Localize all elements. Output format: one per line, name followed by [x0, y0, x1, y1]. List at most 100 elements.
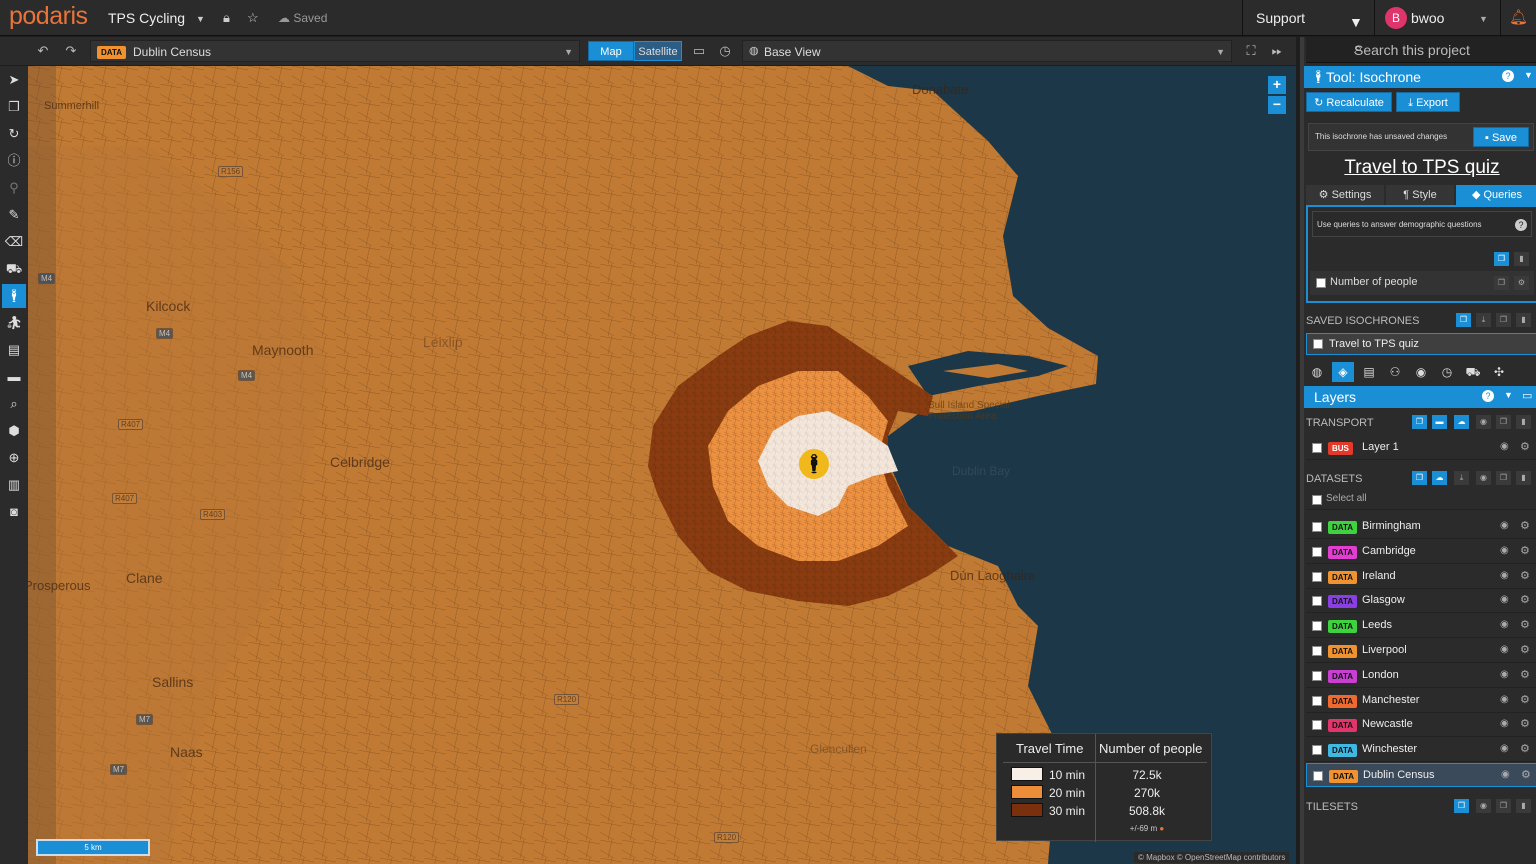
notification-bell-icon[interactable]: 🔔︎: [1500, 0, 1536, 36]
copy-icon[interactable]: ❐: [1496, 471, 1511, 485]
eye-icon[interactable]: ◉: [1500, 718, 1509, 729]
tab-style[interactable]: ¶ Style: [1386, 185, 1454, 205]
download-icon[interactable]: ⤓: [1454, 471, 1469, 485]
recalculate-button[interactable]: ↻ Recalculate: [1306, 92, 1392, 112]
eye-icon[interactable]: ◉: [1500, 520, 1509, 531]
camera-icon[interactable]: ◙: [2, 500, 26, 524]
podaris-logo[interactable]: podaris: [9, 2, 88, 31]
eye-icon[interactable]: ◉: [1500, 594, 1509, 605]
refresh-icon[interactable]: ↻: [2, 122, 26, 146]
cloud-upload-icon[interactable]: ☁: [1432, 471, 1447, 485]
monitor-icon[interactable]: ▭: [688, 41, 710, 61]
gear-icon[interactable]: ⚙: [1520, 717, 1530, 730]
users-icon[interactable]: ⚇: [1384, 362, 1406, 382]
trash-icon[interactable]: ▮: [1516, 471, 1531, 485]
gear-icon[interactable]: ⚙: [1514, 276, 1529, 290]
clock-icon[interactable]: ◷: [714, 41, 736, 61]
project-search[interactable]: Search this project ⌕: [1306, 37, 1536, 63]
eye-icon[interactable]: ◉: [1500, 619, 1509, 630]
dataset-row[interactable]: DATA Cambridge ◉ ⚙: [1306, 539, 1536, 564]
gear-icon[interactable]: ⚙: [1520, 569, 1530, 582]
save-button[interactable]: ▪ Save: [1473, 127, 1529, 147]
dataset-row[interactable]: DATA Glasgow ◉ ⚙: [1306, 589, 1536, 614]
info-icon[interactable]: ⓘ: [2, 149, 26, 173]
help-icon[interactable]: ●: [1159, 824, 1164, 833]
project-name[interactable]: TPS Cycling: [108, 10, 185, 26]
eye-icon[interactable]: ◉: [1501, 769, 1510, 780]
puzzle-icon[interactable]: ✣: [1488, 362, 1510, 382]
dataset-row[interactable]: DATA Liverpool ◉ ⚙: [1306, 639, 1536, 663]
transport-layer-row[interactable]: BUS Layer 1 ◉ ⚙: [1306, 436, 1536, 460]
dataset-row[interactable]: DATA Winchester ◉ ⚙: [1306, 738, 1536, 763]
copy-icon[interactable]: ❐: [1496, 415, 1511, 429]
dataset-checkbox[interactable]: [1312, 745, 1322, 756]
eye-icon[interactable]: ◉: [1500, 644, 1509, 655]
trash-icon[interactable]: ▮: [1516, 415, 1531, 429]
add-tileset-icon[interactable]: ❐: [1454, 799, 1469, 813]
dataset-row[interactable]: DATA Newcastle ◉ ⚙: [1306, 713, 1536, 738]
map-pin-icon[interactable]: ⚲: [2, 176, 26, 200]
pencil-icon[interactable]: ✎: [2, 203, 26, 227]
help-icon[interactable]: ?: [1482, 390, 1494, 402]
star-icon[interactable]: ☆: [247, 10, 259, 26]
select-all-checkbox[interactable]: [1312, 495, 1322, 505]
copy-icon[interactable]: ❐: [1494, 276, 1509, 290]
eye-icon[interactable]: ◉: [1500, 669, 1509, 680]
dataset-row[interactable]: DATA London ◉ ⚙: [1306, 663, 1536, 688]
dataset-checkbox[interactable]: [1312, 695, 1322, 706]
download-icon[interactable]: ⤓: [1476, 313, 1491, 327]
isochrone-title[interactable]: Travel to TPS quiz: [1304, 157, 1536, 179]
map-canvas[interactable]: Summerhill Kilcock Maynooth Leixlip Celb…: [28, 66, 1296, 864]
dataset-checkbox[interactable]: [1312, 621, 1322, 632]
comment-icon[interactable]: ▤: [1358, 362, 1380, 382]
trash-icon[interactable]: ▮: [1516, 799, 1531, 813]
fullscreen-icon[interactable]: ⛶: [1240, 41, 1262, 61]
trash-icon[interactable]: ▮: [1514, 252, 1529, 266]
eye-icon[interactable]: ◉: [1476, 799, 1491, 813]
gear-icon[interactable]: ⚙: [1520, 618, 1530, 631]
dataset-checkbox[interactable]: [1312, 670, 1322, 681]
cloud-upload-icon[interactable]: ☁: [1454, 415, 1469, 429]
ruler-icon[interactable]: ▬: [2, 365, 26, 389]
bus-icon[interactable]: ⛟: [1462, 362, 1484, 382]
eye-icon[interactable]: ◉: [1500, 743, 1509, 754]
dataset-row[interactable]: DATA Leeds ◉ ⚙: [1306, 614, 1536, 639]
dataset-checkbox[interactable]: [1312, 522, 1322, 532]
eye-icon[interactable]: ◉: [1476, 471, 1491, 485]
trash-icon[interactable]: ▮: [1516, 313, 1531, 327]
dataset-checkbox[interactable]: [1312, 646, 1322, 656]
search-icon[interactable]: ⌕: [2, 392, 26, 416]
chevron-down-icon[interactable]: ▼: [1504, 390, 1513, 400]
dataset-row[interactable]: DATA Ireland ◉ ⚙: [1306, 564, 1536, 589]
redo-icon[interactable]: ↷: [60, 41, 82, 61]
layers-copy-icon[interactable]: ❐: [2, 95, 26, 119]
select-all-row[interactable]: Select all: [1306, 490, 1536, 510]
eye-icon[interactable]: ◉: [1500, 694, 1509, 705]
base-view-select[interactable]: ◍ Base View ▼: [742, 40, 1232, 62]
dataset-checkbox[interactable]: [1312, 546, 1322, 557]
export-button[interactable]: ⤓ Export: [1396, 92, 1460, 112]
cube-icon[interactable]: ⬢: [2, 419, 26, 443]
project-chevron-down-icon[interactable]: ▼: [196, 14, 205, 24]
folder-icon[interactable]: ▬: [1432, 415, 1447, 429]
window-icon[interactable]: ▭: [1522, 389, 1532, 402]
lock-icon[interactable]: 🔒︎: [223, 10, 230, 26]
dataset-row[interactable]: DATA Birmingham ◉ ⚙: [1306, 515, 1536, 539]
eraser-icon[interactable]: ⌫: [2, 230, 26, 254]
gear-icon[interactable]: ⚙: [1520, 742, 1530, 755]
dataset-checkbox[interactable]: [1312, 596, 1322, 607]
map-attribution[interactable]: © Mapbox © OpenStreetMap contributors: [1134, 852, 1290, 863]
eye-icon[interactable]: ◉: [1500, 570, 1509, 581]
copy-icon[interactable]: ❐: [1496, 799, 1511, 813]
dataset-select[interactable]: DATA Dublin Census ▼: [90, 40, 580, 62]
tab-settings[interactable]: ⚙ Settings: [1306, 185, 1384, 205]
copy-icon[interactable]: ❐: [1496, 313, 1511, 327]
isochrone-person-icon[interactable]: 🕴︎: [2, 284, 26, 308]
map-style-button[interactable]: Map: [588, 41, 634, 61]
dataset-checkbox[interactable]: [1313, 771, 1323, 781]
gear-icon[interactable]: ⚙: [1520, 668, 1530, 681]
globe-icon[interactable]: ⊕: [2, 446, 26, 470]
gear-icon[interactable]: ⚙: [1520, 593, 1530, 606]
comment-icon[interactable]: ▤: [2, 338, 26, 362]
eye-icon[interactable]: ◉: [1500, 545, 1509, 556]
